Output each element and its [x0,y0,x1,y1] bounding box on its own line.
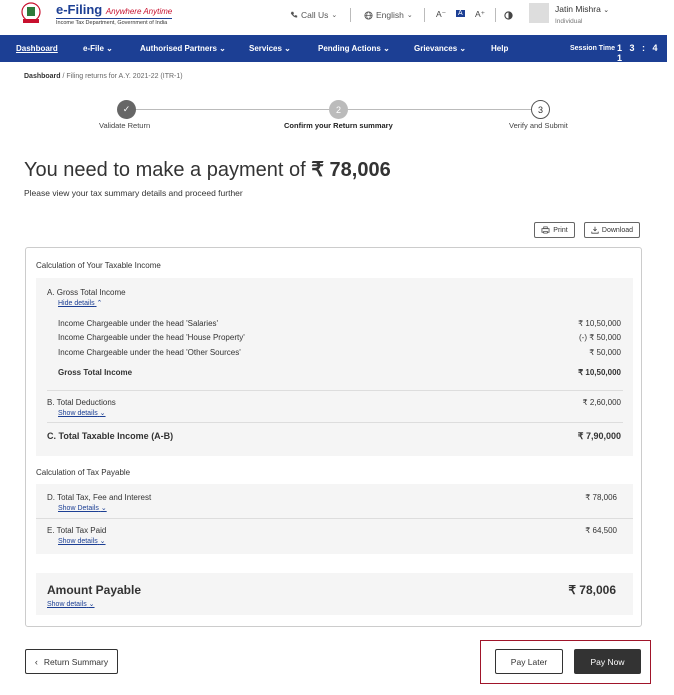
download-button[interactable]: Download [584,222,640,238]
amount-payable-label: Amount Payable [47,583,142,597]
taxable-income-label: C. Total Taxable Income (A-B) [47,431,174,441]
gross-total-value: ₹ 10,50,000 [578,368,621,377]
chevron-down-icon: ⌄ [99,538,106,545]
chevron-left-icon: ‹ [34,656,38,667]
chevron-down-icon: ⌄ [100,505,107,512]
total-deductions-value: ₹ 2,60,000 [582,398,621,407]
step-2-label: Confirm your Return summary [284,121,393,130]
amount-payable-value: ₹ 78,006 [568,583,616,597]
breadcrumb: Dashboard / Filing returns for A.Y. 2021… [24,73,183,80]
tax-paid-value: ₹ 64,500 [585,526,617,535]
phone-icon [290,11,298,18]
salaries-value: ₹ 10,50,000 [578,319,621,328]
taxable-income-panel [36,278,633,456]
chevron-down-icon: ⌄ [99,410,106,417]
chevron-down-icon: ⌄ [106,44,113,53]
print-button[interactable]: Print [534,222,575,238]
salaries-label: Income Chargeable under the head 'Salari… [58,319,219,328]
nav-efile[interactable]: e-File ⌄ [83,44,113,53]
deductions-show-details-link[interactable]: Show details ⌄ [58,409,106,417]
nav-help[interactable]: Help [491,44,508,53]
tax-paid-label: E. Total Tax Paid [47,526,107,535]
printer-icon [541,226,550,234]
nav-pending-actions[interactable]: Pending Actions ⌄ [318,44,390,53]
font-normal-button[interactable]: A [456,10,465,17]
total-tax-value: ₹ 78,006 [585,493,617,502]
step-3-marker: 3 [531,100,550,119]
nav-authorised-partners[interactable]: Authorised Partners ⌄ [140,44,226,53]
row-divider [47,390,623,391]
gross-total-title: A. Gross Total Income [47,288,126,297]
pay-later-button[interactable]: Pay Later [495,649,563,674]
chevron-down-icon: ⌄ [383,44,390,53]
header-divider [495,8,496,22]
nav-dashboard[interactable]: Dashboard [16,44,58,53]
user-name-menu[interactable]: Jatin Mishra ⌄ [555,4,609,14]
return-summary-button[interactable]: ‹ Return Summary [25,649,118,674]
call-us-menu[interactable]: Call Us ⌄ [290,10,337,20]
total-tax-label: D. Total Tax, Fee and Interest [47,493,152,502]
chevron-down-icon: ⌄ [331,12,338,19]
brand-logo[interactable]: e-Filing Anywhere Anytime Income Tax Dep… [56,2,173,26]
emblem-icon [21,2,41,23]
taxable-income-section-title: Calculation of Your Taxable Income [36,261,161,270]
stepper-line [347,109,531,110]
session-time-label: Session Time [570,45,616,52]
globe-icon [364,10,373,20]
step-2-marker: 2 [329,100,348,119]
step-1-check-icon: ✓ [117,100,136,119]
page-subtitle: Please view your tax summary details and… [24,188,243,198]
nav-services[interactable]: Services ⌄ [249,44,291,53]
chevron-down-icon: ⌄ [219,44,226,53]
gross-total-label: Gross Total Income [58,368,133,377]
user-role: Individual [555,18,583,25]
payment-amount: ₹ 78,006 [311,159,391,181]
breadcrumb-dashboard[interactable]: Dashboard [24,73,61,80]
total-deductions-label: B. Total Deductions [47,398,116,407]
avatar[interactable] [529,3,549,23]
chevron-down-icon: ⌄ [406,12,413,19]
step-1-label: Validate Return [99,121,151,130]
chevron-down-icon: ⌄ [284,44,291,53]
house-property-label: Income Chargeable under the head 'House … [58,333,245,342]
amount-payable-show-details-link[interactable]: Show details ⌄ [47,600,95,608]
row-divider [47,422,623,423]
download-icon [591,226,599,234]
header-divider [424,8,425,22]
tax-paid-show-details-link[interactable]: Show details ⌄ [58,537,106,545]
contrast-icon[interactable] [504,11,513,20]
row-divider [36,518,633,519]
main-nav: Dashboard e-File ⌄ Authorised Partners ⌄… [0,35,667,63]
step-3-label: Verify and Submit [509,121,568,130]
header-divider [350,8,351,22]
chevron-down-icon: ⌄ [459,44,467,53]
nav-grievances[interactable]: Grievances ⌄ [414,44,466,53]
language-selector[interactable]: English ⌄ [364,10,413,20]
tax-summary-card: Calculation of Your Taxable Income A. Gr… [25,247,642,627]
pay-now-button[interactable]: Pay Now [574,649,641,674]
chevron-down-icon: ⌄ [603,7,610,14]
font-increase-button[interactable]: A⁺ [475,9,485,20]
tax-payable-section-title: Calculation of Tax Payable [36,468,131,477]
page-title: You need to make a payment of ₹ 78,006 [24,159,391,181]
chevron-down-icon: ⌄ [88,601,95,608]
breadcrumb-current: / Filing returns for A.Y. 2021-22 (ITR-1… [60,73,183,80]
session-timer: 1 3 : 4 1 [617,43,661,63]
font-decrease-button[interactable]: A⁻ [436,9,446,20]
other-sources-label: Income Chargeable under the head 'Other … [58,348,241,357]
chevron-up-icon: ⌃ [96,300,103,307]
top-header: e-Filing Anywhere Anytime Income Tax Dep… [0,0,674,35]
hide-details-link[interactable]: Hide details ⌃ [58,299,102,307]
stepper-line [135,109,329,110]
total-tax-show-details-link[interactable]: Show Details ⌄ [58,504,107,512]
house-property-value: (-) ₹ 50,000 [579,333,621,342]
taxable-income-value: ₹ 7,90,000 [577,431,621,441]
other-sources-value: ₹ 50,000 [589,348,621,357]
